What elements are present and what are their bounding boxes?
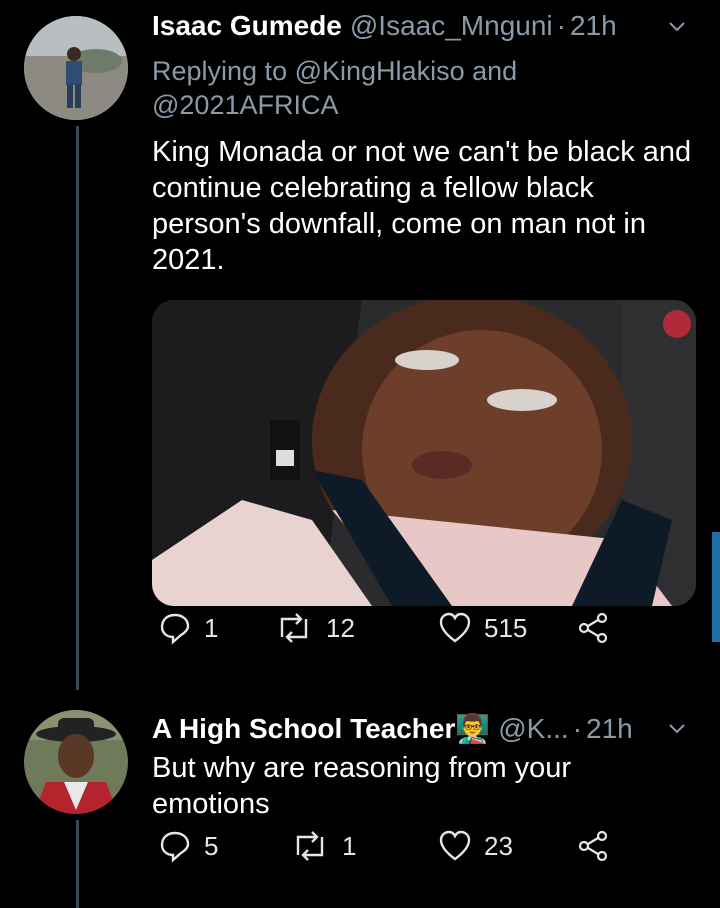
like-count: 515	[484, 612, 528, 643]
tweet-2[interactable]: A High School Teacher👨‍🏫 @K... · 21h But…	[0, 690, 720, 908]
replying-to: Replying to @KingHlakiso and @2021AFRICA	[152, 54, 517, 122]
mention-link[interactable]: @KingHlakiso	[295, 56, 465, 86]
reply-icon	[160, 613, 190, 645]
scrollbar[interactable]	[712, 532, 720, 642]
avatar[interactable]	[24, 16, 128, 120]
tweet-1[interactable]: Isaac Gumede @Isaac_Mnguni · 21h Replyin…	[0, 0, 720, 690]
tweet-header: A High School Teacher👨‍🏫 @K... · 21h	[152, 712, 633, 745]
display-name[interactable]: Isaac Gumede	[152, 10, 342, 42]
reply-count: 1	[204, 612, 219, 643]
retweet-button[interactable]: 12	[274, 611, 355, 645]
baby-photo	[152, 300, 696, 606]
handle[interactable]: @K...	[498, 713, 568, 745]
heart-icon	[439, 612, 471, 643]
reply-button[interactable]: 5	[158, 829, 218, 863]
heart-icon	[439, 830, 471, 861]
chevron-down-icon[interactable]	[668, 720, 686, 738]
reply-button[interactable]: 1	[158, 611, 218, 645]
share-icon	[578, 612, 608, 644]
tweet-text: But why are reasoning from your emotions	[152, 752, 572, 820]
mention-link[interactable]: @2021AFRICA	[152, 90, 338, 120]
replying-and: and	[472, 56, 518, 86]
avatar[interactable]	[24, 710, 128, 814]
tweet-image[interactable]	[152, 300, 696, 606]
retweet-icon	[280, 613, 308, 643]
display-name[interactable]: A High School Teacher👨‍🏫	[152, 712, 490, 745]
share-button[interactable]	[578, 830, 610, 862]
chevron-down-icon[interactable]	[668, 18, 686, 36]
avatar-photo	[24, 16, 128, 120]
thread-line	[76, 126, 79, 690]
separator-dot: ·	[572, 713, 583, 744]
like-count: 23	[484, 830, 513, 861]
replying-prefix: Replying to	[152, 56, 288, 86]
tweet-header: Isaac Gumede @Isaac_Mnguni · 21h	[152, 10, 617, 42]
avatar-photo	[24, 710, 128, 814]
share-button[interactable]	[578, 612, 610, 644]
thread-line	[76, 820, 79, 908]
retweet-count: 1	[342, 830, 357, 861]
reply-count: 5	[204, 830, 219, 861]
tweet-text: King Monada or not we can't be black and…	[152, 136, 692, 276]
retweet-icon	[296, 831, 324, 861]
retweet-button[interactable]: 1	[290, 829, 356, 863]
reply-icon	[160, 831, 190, 863]
timestamp[interactable]: 21h	[570, 10, 617, 42]
handle[interactable]: @Isaac_Mnguni	[350, 10, 553, 42]
share-icon	[578, 830, 608, 862]
like-button[interactable]: 23	[438, 830, 513, 862]
timestamp[interactable]: 21h	[586, 713, 633, 745]
like-button[interactable]: 515	[438, 612, 527, 644]
separator-dot: ·	[556, 10, 566, 41]
retweet-count: 12	[326, 612, 355, 643]
